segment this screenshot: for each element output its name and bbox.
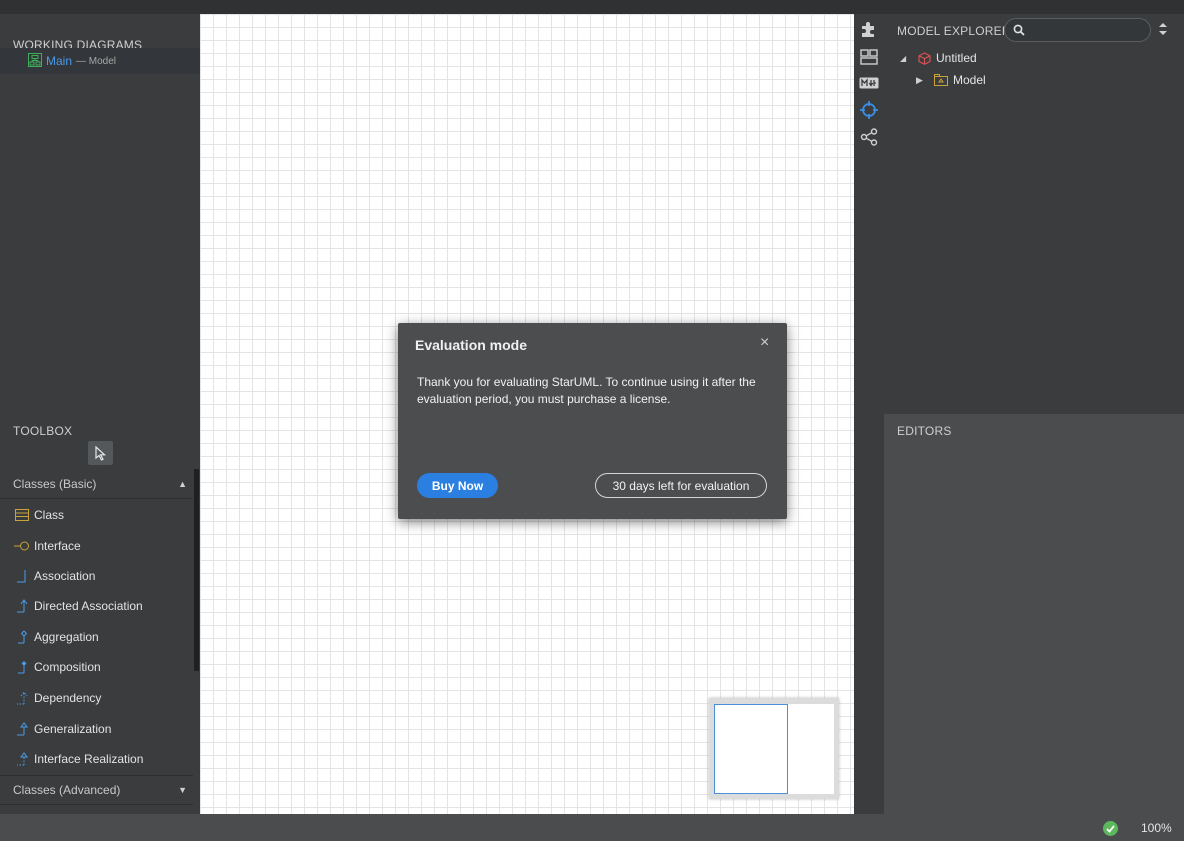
aggregation-icon [14,629,30,645]
tool-class[interactable]: Class [0,500,193,530]
group-label: Classes (Basic) [13,476,97,491]
crosshair-navigator-icon[interactable] [859,100,879,120]
tree-collapsed-icon[interactable]: ▶ [916,75,934,86]
working-diagram-item-main[interactable]: Main — Model [0,48,200,74]
tree-item-model[interactable]: ▶ Model [900,69,986,91]
tool-generalization[interactable]: Generalization [0,714,193,744]
title-bar [0,0,1184,14]
project-icon [918,51,931,65]
zoom-level[interactable]: 100% [1141,821,1172,835]
editors-title: EDITORS [897,424,952,438]
group-classes-advanced[interactable]: Classes (Advanced) ▼ [0,775,193,805]
evaluation-dialog: Evaluation mode × Thank you for evaluati… [398,323,787,519]
model-search-box [1004,18,1151,42]
tree-expanded-icon[interactable]: ◢ [900,54,918,63]
working-diagrams-panel: WORKING DIAGRAMS Main — Model [0,14,200,414]
tool-label: Interface Realization [34,752,144,766]
buy-now-button[interactable]: Buy Now [417,473,498,498]
tool-label: Association [34,569,96,583]
tool-interface-realization[interactable]: Interface Realization [0,744,193,774]
sidebar-toolstrip [854,14,884,814]
tool-label: Aggregation [34,630,99,644]
class-icon [14,507,30,523]
tool-label: Dependency [34,691,102,705]
dialog-title: Evaluation mode [415,337,528,353]
tool-dependency[interactable]: Dependency [0,683,193,713]
markdown-icon[interactable] [859,73,879,93]
interface-realization-icon [14,751,30,767]
tool-label: Composition [34,660,101,674]
tool-interface[interactable]: Interface [0,531,193,561]
minimap[interactable] [709,698,839,799]
composition-icon [14,659,30,675]
association-icon [14,568,30,584]
search-input[interactable] [1029,23,1139,37]
diagram-owner: — Model [76,55,117,67]
tool-association[interactable]: Association [0,561,193,591]
tool-directed-association[interactable]: Directed Association [0,591,193,621]
minimap-viewport[interactable] [714,704,788,794]
search-icon [1013,24,1025,36]
diagram-name: Main [46,54,73,68]
tool-label: Class [34,508,65,522]
collapse-up-icon: ▲ [178,478,187,489]
tree-item-untitled[interactable]: ◢ Untitled [900,47,986,69]
validation-ok-icon[interactable] [1103,821,1118,836]
dialog-message: Thank you for evaluating StarUML. To con… [417,375,756,406]
sort-toggle-icon[interactable] [1158,22,1172,38]
expand-down-icon: ▼ [178,785,187,795]
model-package-icon [934,74,948,86]
tree-label: Untitled [936,51,977,65]
tool-label: Directed Association [34,599,143,613]
group-classes-basic[interactable]: Classes (Basic) ▲ [0,469,193,499]
toolbox-scrollbar[interactable] [194,469,199,671]
extensions-puzzle-icon[interactable] [859,19,879,39]
model-explorer-panel: MODEL EXPLORER ◢ Untitled ▶ Model [884,14,1184,414]
class-diagram-icon [28,52,42,70]
close-icon[interactable]: × [760,334,769,352]
pointer-tool-button[interactable] [88,441,113,465]
model-explorer-title: MODEL EXPLORER [897,24,1011,38]
tree-label: Model [953,73,986,87]
tool-aggregation[interactable]: Aggregation [0,622,193,652]
model-tree: ◢ Untitled ▶ Model [900,47,986,91]
tool-label: Interface [34,539,81,553]
interface-icon [14,538,30,554]
toolbox-panel: TOOLBOX Classes (Basic) ▲ Class Interfac… [0,414,200,814]
editors-panel: EDITORS [884,414,1184,814]
continue-evaluation-button[interactable]: 30 days left for evaluation [595,473,767,498]
group-label: Classes (Advanced) [13,783,121,797]
status-bar: 100% [0,814,1184,841]
share-icon[interactable] [859,127,879,147]
tool-label: Generalization [34,722,112,736]
generalization-icon [14,721,30,737]
directed-association-icon [14,598,30,614]
toolbox-title: TOOLBOX [13,424,73,438]
tool-composition[interactable]: Composition [0,652,193,682]
cursor-arrow-icon [94,445,106,461]
dependency-icon [14,690,30,706]
layout-panels-icon[interactable] [859,47,879,67]
